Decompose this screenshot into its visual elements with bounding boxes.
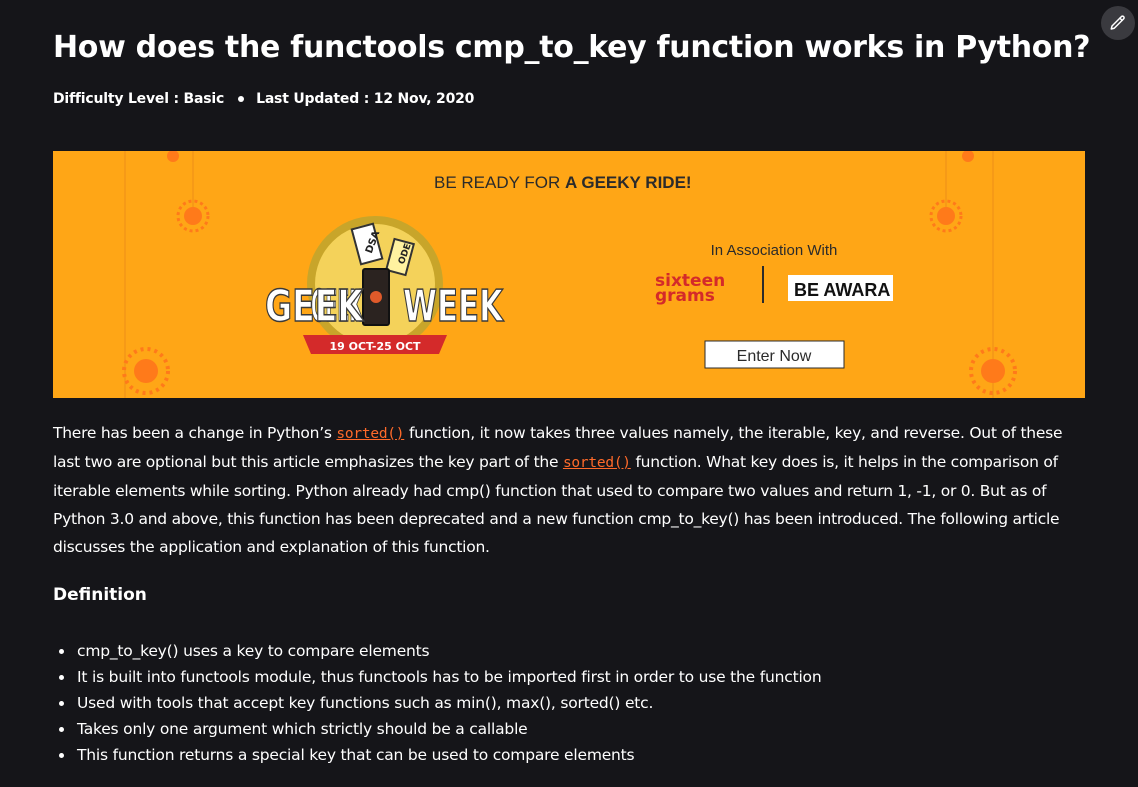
svg-text:BE AWARA: BE AWARA (794, 280, 890, 300)
definition-list: cmp_to_key() uses a key to compare eleme… (53, 638, 822, 768)
intro-text-1: There has been a change in Python’s (53, 424, 337, 442)
svg-text:19 OCT-25 OCT: 19 OCT-25 OCT (329, 340, 421, 353)
enter-now-button: Enter Now (704, 340, 845, 369)
sixteen-grams-logo: sixteen grams (655, 271, 725, 306)
sorted-link[interactable]: sorted() (336, 426, 404, 442)
definition-heading: Definition (53, 585, 147, 605)
svg-text:Enter Now: Enter Now (737, 348, 812, 365)
article-meta: Difficulty Level : Basic Last Updated : … (53, 91, 474, 107)
svg-text:In Association With: In Association With (711, 242, 838, 259)
separator-dot (238, 96, 245, 102)
edit-button[interactable] (1101, 6, 1135, 40)
last-updated: Last Updated : 12 Nov, 2020 (256, 91, 475, 107)
banner-artwork: BE READY FOR A GEEKY RIDE! DSA ODE 19 OC… (122, 151, 1017, 398)
difficulty-level: Difficulty Level : Basic (53, 91, 225, 107)
left-decoration-sun (122, 151, 210, 395)
svg-text:WEEK: WEEK (403, 281, 504, 332)
right-decoration-sun (929, 151, 1017, 395)
svg-text:grams: grams (655, 286, 715, 306)
list-item: cmp_to_key() uses a key to compare eleme… (58, 638, 821, 664)
svg-text:BE READY FOR A GEEKY RIDE!: BE READY FOR A GEEKY RIDE! (434, 173, 692, 192)
list-item: Takes only one argument which strictly s… (58, 716, 821, 742)
list-item: This function returns a special key that… (58, 742, 821, 768)
list-item: It is built into functools module, thus … (58, 664, 822, 690)
list-item: Used with tools that accept key function… (58, 690, 821, 716)
intro-paragraph: There has been a change in Python’s sort… (53, 419, 1088, 561)
geek-week-banner[interactable]: BE READY FOR A GEEKY RIDE! DSA ODE 19 OC… (53, 151, 1085, 398)
page-title: How does the functools cmp_to_key functi… (53, 30, 1091, 65)
geek-week-logo: DSA ODE 19 OCT-25 OCT GEEK GEEK WEEK (264, 216, 505, 354)
svg-text:GEEK: GEEK (265, 281, 364, 332)
pencil-icon (1110, 15, 1125, 30)
be-awara-logo: BE AWARA (788, 275, 893, 301)
sorted-link-2[interactable]: sorted() (563, 455, 631, 471)
